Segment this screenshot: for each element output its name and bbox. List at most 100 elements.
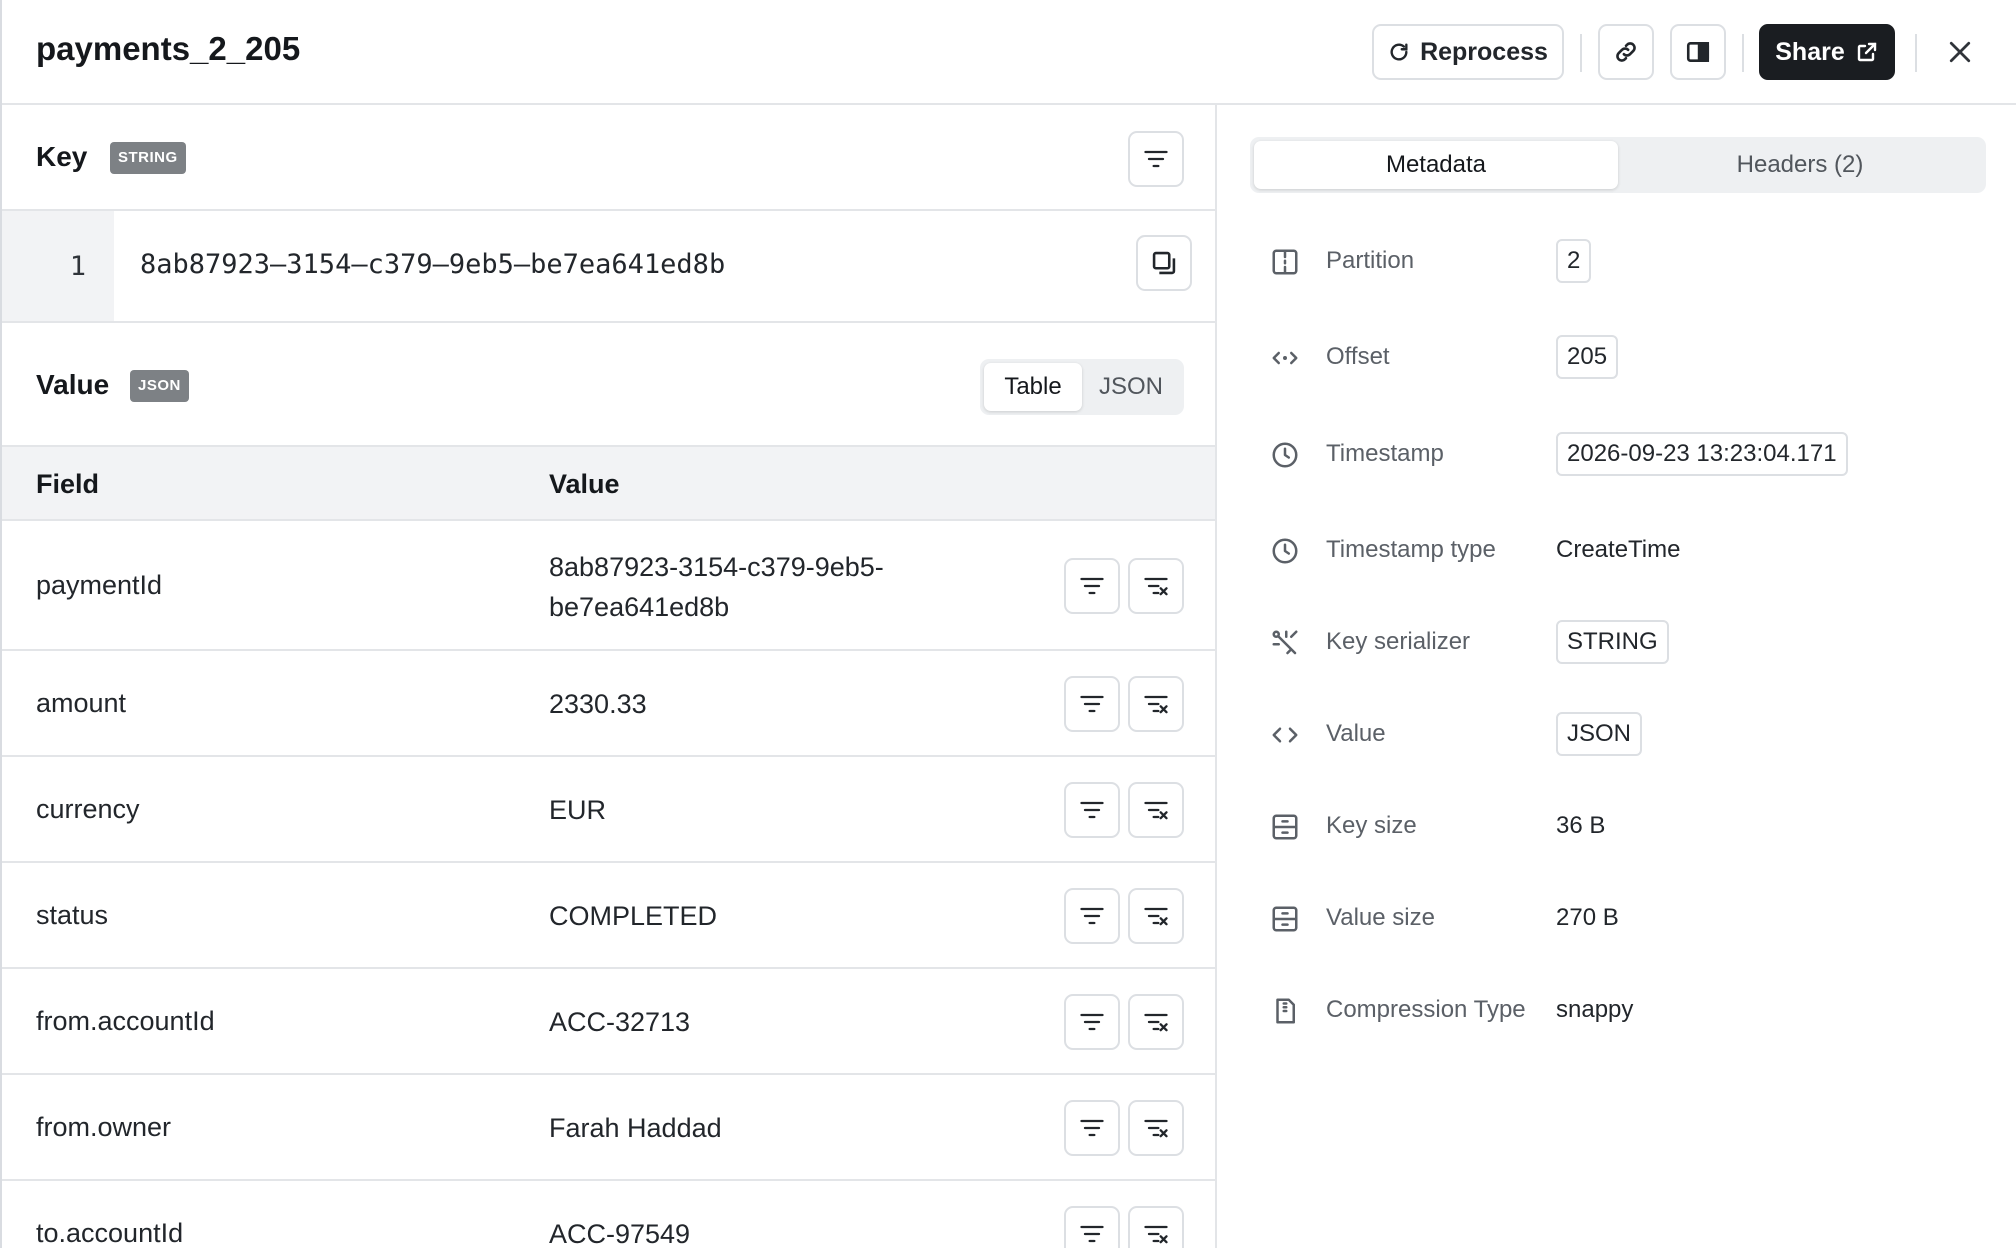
- exclude-value-button[interactable]: [1128, 1100, 1184, 1156]
- filter-by-value-button[interactable]: [1064, 1206, 1120, 1248]
- field-name: paymentId: [36, 570, 163, 600]
- metadata-row: Key serializer STRING: [1217, 618, 2016, 668]
- copy-link-button[interactable]: [1598, 24, 1654, 80]
- external-link-icon: [1857, 42, 1876, 62]
- field-value: Farah Haddad: [549, 1113, 722, 1143]
- metadata-value: 36 B: [1556, 812, 1606, 839]
- share-button[interactable]: Share: [1759, 24, 1895, 80]
- message-content-pane: Key STRING 1 8ab87923–3154–c379–9eb5–be7…: [2, 105, 1217, 1248]
- exclude-value-button[interactable]: [1128, 994, 1184, 1050]
- link-icon: [1616, 42, 1636, 62]
- side-tabs: Metadata Headers (2): [1250, 137, 1986, 193]
- close-button[interactable]: [1938, 30, 1982, 74]
- filter-icon: [1080, 1119, 1104, 1137]
- metadata-row: Timestamp type CreateTime: [1217, 526, 2016, 576]
- filter-icon: [1080, 907, 1104, 925]
- metadata-row: Compression Type snappy: [1217, 986, 2016, 1036]
- tab-metadata[interactable]: Metadata: [1254, 141, 1618, 189]
- exclude-value-button[interactable]: [1128, 1206, 1184, 1248]
- close-icon: [1949, 41, 1971, 63]
- field-value: ACC-97549: [549, 1219, 691, 1248]
- metadata-value: STRING: [1556, 620, 1669, 664]
- metadata-value: 270 B: [1556, 904, 1619, 931]
- field-value: COMPLETED: [549, 901, 718, 931]
- message-detail-panel: payments_2_205 Reprocess Share Key STRIN…: [0, 0, 2016, 1248]
- field-name: to.accountId: [36, 1218, 184, 1248]
- copy-key-button[interactable]: [1136, 235, 1192, 291]
- exclude-value-button[interactable]: [1128, 558, 1184, 614]
- metadata-label: Value: [1326, 720, 1386, 747]
- share-label: Share: [1775, 37, 1845, 66]
- table-row: from.owner Farah Haddad: [2, 1075, 1215, 1181]
- metadata-label: Timestamp: [1326, 440, 1444, 467]
- filter-out-icon: [1144, 695, 1168, 714]
- field-value: 2330.33: [549, 689, 647, 719]
- exclude-value-button[interactable]: [1128, 676, 1184, 732]
- column-header-value: Value: [549, 469, 620, 499]
- filter-icon: [1080, 695, 1104, 713]
- field-name: status: [36, 900, 109, 930]
- metadata-value: 205: [1556, 335, 1619, 379]
- reprocess-button[interactable]: Reprocess: [1372, 24, 1564, 80]
- metadata-row: Offset 205: [1217, 333, 2016, 383]
- header-divider: [1915, 34, 1917, 72]
- filter-icon: [1080, 577, 1104, 595]
- metadata-value: 2: [1556, 239, 1592, 283]
- metadata-row: Partition 2: [1217, 237, 2016, 287]
- metadata-row: Timestamp 2026-09-23 13:23:04.171: [1217, 430, 2016, 480]
- field-value: EUR: [549, 795, 607, 825]
- value-section-header: Value JSON Table JSON: [2, 323, 1215, 447]
- metadata-label: Compression Type: [1326, 996, 1526, 1023]
- filter-icon: [1080, 1013, 1104, 1031]
- column-header-field: Field: [36, 469, 100, 499]
- table-row: to.accountId ACC-97549: [2, 1181, 1215, 1248]
- key-filter-button[interactable]: [1128, 131, 1184, 187]
- clock-icon: [1269, 439, 1301, 471]
- reprocess-label: Reprocess: [1420, 37, 1548, 66]
- key-value-row: 1 8ab87923–3154–c379–9eb5–be7ea641ed8b: [2, 211, 1215, 323]
- filter-by-value-button[interactable]: [1064, 888, 1120, 944]
- filter-by-value-button[interactable]: [1064, 782, 1120, 838]
- key-type-badge: STRING: [110, 142, 186, 174]
- metadata-value: 2026-09-23 13:23:04.171: [1556, 432, 1848, 476]
- value-type-badge: JSON: [130, 370, 189, 402]
- header-divider: [1580, 34, 1582, 72]
- exclude-value-button[interactable]: [1128, 888, 1184, 944]
- filter-icon: [1080, 801, 1104, 819]
- filter-out-icon: [1144, 1225, 1168, 1244]
- field-value: ACC-32713: [549, 1007, 691, 1037]
- compression-icon: [1269, 995, 1301, 1027]
- metadata-label: Offset: [1326, 343, 1390, 370]
- key-section-header: Key STRING: [2, 105, 1215, 211]
- table-row: amount 2330.33: [2, 651, 1215, 757]
- exclude-value-button[interactable]: [1128, 782, 1184, 838]
- page-title: payments_2_205: [36, 30, 301, 67]
- filter-by-value-button[interactable]: [1064, 676, 1120, 732]
- filter-icon: [1144, 150, 1168, 168]
- metadata-label: Key size: [1326, 812, 1417, 839]
- filter-by-value-button[interactable]: [1064, 1100, 1120, 1156]
- metadata-row: Value JSON: [1217, 710, 2016, 760]
- partition-icon: [1269, 246, 1301, 278]
- key-serializer-icon: [1269, 627, 1301, 659]
- filter-out-icon: [1144, 1013, 1168, 1032]
- metadata-row: Key size 36 B: [1217, 802, 2016, 852]
- field-name: from.owner: [36, 1112, 172, 1142]
- json-view-button[interactable]: JSON: [1082, 363, 1180, 411]
- filter-by-value-button[interactable]: [1064, 558, 1120, 614]
- tab-headers[interactable]: Headers (2): [1618, 141, 1982, 189]
- clock-icon: [1269, 535, 1301, 567]
- toggle-panel-button[interactable]: [1670, 24, 1726, 80]
- table-row: status COMPLETED: [2, 863, 1215, 969]
- refresh-icon: [1390, 43, 1408, 61]
- metadata-row: Value size 270 B: [1217, 894, 2016, 944]
- metadata-value: CreateTime: [1556, 536, 1681, 563]
- table-view-button[interactable]: Table: [984, 363, 1082, 411]
- table-row: paymentId 8ab87923-3154-c379-9eb5-be7ea6…: [2, 521, 1215, 651]
- table-row: from.accountId ACC-32713: [2, 969, 1215, 1075]
- filter-by-value-button[interactable]: [1064, 994, 1120, 1050]
- table-row: currency EUR: [2, 757, 1215, 863]
- metadata-value: JSON: [1556, 712, 1643, 756]
- metadata-label: Timestamp type: [1326, 536, 1496, 563]
- metadata-label: Value size: [1326, 904, 1435, 931]
